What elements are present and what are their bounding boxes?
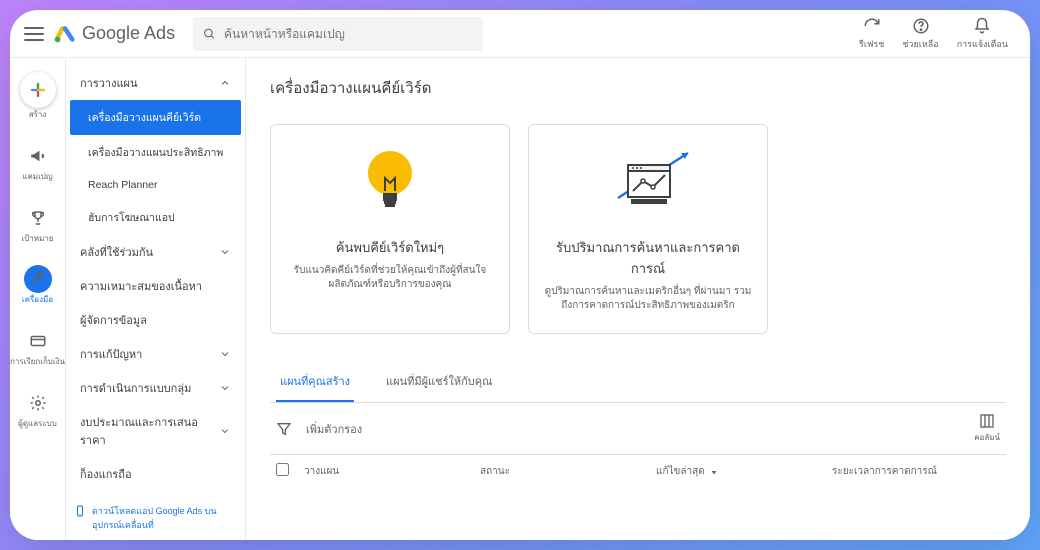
side-panel: การวางแผน เครื่องมือวางแผนคีย์เวิร์ด เคร…: [66, 58, 246, 540]
product-logo[interactable]: Google Ads: [54, 23, 175, 45]
top-actions: รีเฟรช ช่วยเหลือ การแจ้งเตือน: [859, 17, 1008, 51]
card-icon: [29, 332, 47, 350]
select-all-checkbox[interactable]: [276, 463, 289, 476]
col-last-modified[interactable]: แก้ไขล่าสุด: [656, 464, 824, 479]
sp-group-shared[interactable]: คลังที่ใช้ร่วมกัน: [66, 235, 245, 269]
page-title: เครื่องมือวางแผนคีย์เวิร์ด: [270, 76, 1006, 100]
sp-item-reach-planner[interactable]: Reach Planner: [66, 170, 245, 200]
chevron-down-icon: [219, 425, 231, 437]
sp-group-bulk[interactable]: การดำเนินการแบบกลุ่ม: [66, 371, 245, 405]
filter-icon[interactable]: [276, 421, 292, 437]
refresh-icon: [863, 17, 881, 35]
col-status[interactable]: สถานะ: [480, 464, 648, 479]
arrow-down-icon: [709, 466, 719, 476]
table-header: วางแผน สถานะ แก้ไขล่าสุด ระยะเวลาการคาดก…: [270, 455, 1006, 487]
card-desc: ดูปริมาณการค้นหาและเมตริกอื่นๆ ที่ผ่านมา…: [543, 285, 753, 313]
megaphone-icon: [29, 147, 47, 165]
trophy-icon: [29, 209, 47, 227]
tab-your-plans[interactable]: แผนที่คุณสร้าง: [276, 362, 354, 402]
help-icon: [912, 17, 930, 35]
plan-tabs: แผนที่คุณสร้าง แผนที่มีผู้แชร์ให้กับคุณ: [270, 362, 1006, 403]
help-button[interactable]: ช่วยเหลือ: [902, 17, 938, 51]
rail-tools[interactable]: เครื่องมือ: [10, 261, 65, 309]
card-get-forecasts[interactable]: รับปริมาณการค้นหาและการคาดการณ์ ดูปริมาณ…: [528, 124, 768, 334]
rail-campaigns[interactable]: แคมเปญ: [10, 138, 65, 186]
table-toolbar: เพิ่มตัวกรอง คอลัมน์: [270, 403, 1006, 455]
phone-icon: [74, 505, 86, 517]
sp-group-budget[interactable]: งบประมาณและการเสนอราคา: [66, 405, 245, 457]
app-window: Google Ads รีเฟรช ช่วยเหลือ การแจ้งเตือน: [10, 10, 1030, 540]
notifications-button[interactable]: การแจ้งเตือน: [957, 17, 1008, 51]
card-desc: รับแนวคิดคีย์เวิร์ดที่ช่วยให้คุณเข้าถึงผ…: [285, 264, 495, 292]
columns-button[interactable]: คอลัมน์: [974, 413, 1000, 444]
menu-icon[interactable]: [22, 22, 46, 46]
create-button[interactable]: สร้าง: [10, 68, 65, 124]
lightbulb-illustration: [345, 143, 435, 223]
gear-icon: [29, 394, 47, 412]
sp-item-performance-planner[interactable]: เครื่องมือวางแผนประสิทธิภาพ: [66, 135, 245, 170]
tab-shared-plans[interactable]: แผนที่มีผู้แชร์ให้กับคุณ: [382, 362, 496, 402]
chevron-down-icon: [219, 246, 231, 258]
card-discover-keywords[interactable]: ค้นพบคีย์เวิร์ดใหม่ๆ รับแนวคิดคีย์เวิร์ด…: [270, 124, 510, 334]
sp-item-app-hub[interactable]: ฮับการโฆษณาแอป: [66, 200, 245, 235]
sp-group-data[interactable]: ผู้จัดการข้อมูล: [66, 303, 245, 337]
chevron-up-icon: [219, 77, 231, 89]
chart-illustration: [603, 143, 693, 223]
sp-group-troubleshoot[interactable]: การแก้ปัญหา: [66, 337, 245, 371]
refresh-button[interactable]: รีเฟรช: [859, 17, 884, 51]
wrench-icon: [29, 270, 47, 288]
columns-icon: [979, 413, 995, 429]
chevron-down-icon: [219, 382, 231, 394]
rail-goals[interactable]: เป้าหมาย: [10, 200, 65, 248]
sp-group-content[interactable]: ความเหมาะสมของเนื้อหา: [66, 269, 245, 303]
col-forecast-period[interactable]: ระยะเวลาการคาดการณ์: [832, 464, 1000, 479]
rail-billing[interactable]: การเรียกเก็บเงิน: [10, 323, 65, 371]
card-title: ค้นพบคีย์เวิร์ดใหม่ๆ: [336, 237, 444, 258]
chevron-down-icon: [219, 348, 231, 360]
main-content: เครื่องมือวางแผนคีย์เวิร์ด ค้นพบคีย์เวิร…: [246, 58, 1030, 540]
card-title: รับปริมาณการค้นหาและการคาดการณ์: [543, 237, 753, 279]
search-icon: [203, 27, 216, 41]
product-name: Google Ads: [82, 23, 175, 44]
nav-rail: สร้าง แคมเปญ เป้าหมาย เครื่องมือ การเรีย…: [10, 58, 66, 540]
sp-group-more[interactable]: ก็องแกรถือ: [66, 457, 245, 491]
topbar: Google Ads รีเฟรช ช่วยเหลือ การแจ้งเตือน: [10, 10, 1030, 58]
col-plan[interactable]: วางแผน: [304, 464, 472, 479]
sp-item-keyword-planner[interactable]: เครื่องมือวางแผนคีย์เวิร์ด: [70, 100, 241, 135]
plus-icon: [29, 81, 47, 99]
search-box[interactable]: [193, 17, 483, 51]
google-ads-logo-icon: [54, 23, 76, 45]
bell-icon: [973, 17, 991, 35]
rail-admin[interactable]: ผู้ดูแลระบบ: [10, 385, 65, 433]
sp-group-planning[interactable]: การวางแผน: [66, 66, 245, 100]
add-filter[interactable]: เพิ่มตัวกรอง: [306, 420, 362, 438]
search-input[interactable]: [224, 27, 473, 41]
app-download-promo[interactable]: ดาวน์โหลดแอป Google Ads บนอุปกรณ์เคลื่อน…: [74, 504, 237, 532]
